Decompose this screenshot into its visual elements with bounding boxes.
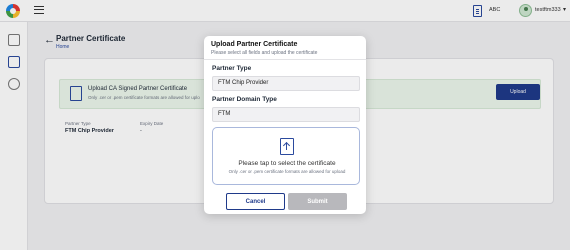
partner-type-field-label: Partner Type [212,65,252,72]
upload-certificate-modal: Upload Partner Certificate Please select… [204,36,366,214]
modal-subtitle: Please select all fields and upload the … [211,50,318,56]
partner-domain-type-label: Partner Domain Type [212,96,277,103]
partner-type-field: FTM Chip Provider [212,76,360,91]
certificate-dropzone[interactable]: Please tap to select the certificate Onl… [212,127,360,185]
modal-divider [204,59,366,60]
modal-title: Upload Partner Certificate [211,41,298,48]
cancel-button[interactable]: Cancel [226,193,285,210]
upload-file-icon [280,138,294,155]
partner-domain-type-field: FTM [212,107,360,122]
submit-button[interactable]: Submit [288,193,347,210]
dropzone-text: Please tap to select the certificate [238,160,336,167]
dropzone-hint: Only .cer or .pem certificate formats ar… [228,169,346,174]
